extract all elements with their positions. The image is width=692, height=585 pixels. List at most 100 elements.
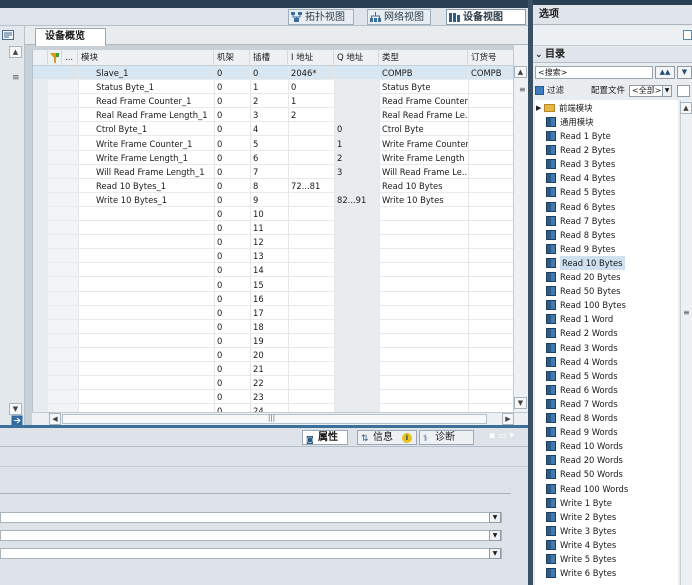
cell-i-addr[interactable] <box>288 221 334 235</box>
cell-q-addr[interactable] <box>334 66 379 80</box>
cell-i-addr[interactable] <box>288 193 334 207</box>
cell-slot[interactable]: 14 <box>250 263 288 277</box>
splitter-grip-icon[interactable]: ≡ <box>12 73 20 83</box>
cell-i-addr[interactable] <box>288 376 334 390</box>
cell-order[interactable] <box>468 108 513 122</box>
cell-module[interactable] <box>78 404 214 412</box>
filter-checkbox[interactable] <box>535 84 544 98</box>
cell-order[interactable] <box>468 362 513 376</box>
cell-q-addr[interactable] <box>334 320 379 334</box>
cell-order[interactable] <box>468 292 513 306</box>
cell-order[interactable] <box>468 122 513 136</box>
cell-rack[interactable]: 0 <box>214 320 250 334</box>
cell-slot[interactable]: 6 <box>250 151 288 165</box>
cell-i-addr[interactable]: 2 <box>288 108 334 122</box>
table-vertical-scrollbar[interactable]: ▲ ≡ ▼ <box>513 45 528 412</box>
cell-order[interactable] <box>468 165 513 179</box>
catalog-action-icon[interactable] <box>677 85 690 97</box>
cell-q-addr[interactable] <box>334 263 379 277</box>
table-row[interactable]: Read Frame Counter_1 0 2 1 Read Frame Counte… <box>33 94 513 109</box>
cell-i-addr[interactable] <box>288 165 334 179</box>
collapse-icon[interactable]: ⌄ <box>535 47 543 63</box>
cell-i-addr[interactable] <box>288 306 334 320</box>
cell-slot[interactable]: 12 <box>250 235 288 249</box>
cell-type[interactable]: Status Byte <box>379 80 468 94</box>
tab-network-view[interactable]: 网络视图 <box>367 9 431 25</box>
table-row[interactable]: 0 22 <box>33 376 513 391</box>
cell-order[interactable] <box>468 320 513 334</box>
cell-type[interactable] <box>379 207 468 221</box>
cell-slot[interactable]: 1 <box>250 80 288 94</box>
cell-rack[interactable]: 0 <box>214 404 250 412</box>
table-row[interactable]: Slave_1 0 0 2046* COMPB COMPB <box>33 66 513 81</box>
cell-rack[interactable]: 0 <box>214 122 250 136</box>
cell-q-addr[interactable] <box>334 80 379 94</box>
cell-order[interactable] <box>468 348 513 362</box>
cell-module[interactable] <box>78 278 214 292</box>
cell-module[interactable] <box>78 376 214 390</box>
cell-rack[interactable]: 0 <box>214 278 250 292</box>
cell-module[interactable]: Read 10 Bytes_1 <box>78 179 214 193</box>
cell-i-addr[interactable]: 0 <box>288 80 334 94</box>
cell-slot[interactable]: 2 <box>250 94 288 108</box>
table-row[interactable]: Read 10 Bytes_1 0 8 72...81 Read 10 Bytes <box>33 179 513 193</box>
col-header-rack[interactable]: 机架 <box>214 50 250 66</box>
cell-i-addr[interactable] <box>288 207 334 221</box>
cell-module[interactable] <box>78 362 214 376</box>
cell-i-addr[interactable] <box>288 404 334 412</box>
cell-type[interactable]: Write Frame Length <box>379 151 468 165</box>
cell-i-addr[interactable] <box>288 390 334 404</box>
tab-diagnostics[interactable]: ⚕ 诊断 <box>419 430 474 445</box>
cell-rack[interactable]: 0 <box>214 66 250 80</box>
table-row[interactable]: 0 15 <box>33 278 513 292</box>
cell-rack[interactable]: 0 <box>214 193 250 207</box>
cell-i-addr[interactable] <box>288 278 334 292</box>
tab-device-view[interactable]: 设备视图 <box>446 9 526 25</box>
cell-order[interactable] <box>468 278 513 292</box>
table-row[interactable]: 0 14 <box>33 263 513 278</box>
cell-type[interactable] <box>379 278 468 292</box>
search-up-button[interactable]: ▲▲ <box>655 66 675 79</box>
cell-module[interactable] <box>78 221 214 235</box>
cell-slot[interactable]: 19 <box>250 334 288 348</box>
cell-slot[interactable]: 3 <box>250 108 288 122</box>
scroll-up-button[interactable]: ▲ <box>9 46 22 58</box>
cell-q-addr[interactable]: 82...91 <box>334 193 379 207</box>
cell-order[interactable] <box>468 404 513 412</box>
search-down-button[interactable]: ▼ <box>677 66 692 79</box>
cell-order[interactable] <box>468 306 513 320</box>
cell-type[interactable]: COMPB <box>379 66 468 80</box>
cell-slot[interactable]: 20 <box>250 348 288 362</box>
table-row[interactable]: 0 11 <box>33 221 513 236</box>
col-header-i-address[interactable]: I 地址 <box>288 50 334 66</box>
col-header-type[interactable]: 类型 <box>379 50 468 66</box>
cell-q-addr[interactable] <box>334 390 379 404</box>
cell-i-addr[interactable]: 1 <box>288 94 334 108</box>
cell-slot[interactable]: 7 <box>250 165 288 179</box>
table-row[interactable]: 0 18 <box>33 320 513 334</box>
cell-slot[interactable]: 11 <box>250 221 288 235</box>
cell-slot[interactable]: 24 <box>250 404 288 412</box>
cell-q-addr[interactable]: 1 <box>334 137 379 151</box>
panel-menu-icon[interactable]: ▪ ▭ ▾ <box>489 431 514 441</box>
cell-q-addr[interactable] <box>334 221 379 235</box>
cell-type[interactable] <box>379 362 468 376</box>
cell-order[interactable] <box>468 263 513 277</box>
cell-q-addr[interactable] <box>334 235 379 249</box>
cell-type[interactable] <box>379 376 468 390</box>
horizontal-scroll-thumb[interactable]: ||| <box>62 414 487 424</box>
cell-rack[interactable]: 0 <box>214 151 250 165</box>
cell-rack[interactable]: 0 <box>214 221 250 235</box>
cell-module[interactable]: Slave_1 <box>78 66 214 80</box>
cell-order[interactable] <box>468 235 513 249</box>
cell-rack[interactable]: 0 <box>214 94 250 108</box>
cell-module[interactable] <box>78 292 214 306</box>
panel-icon[interactable] <box>2 30 14 40</box>
cell-slot[interactable]: 15 <box>250 278 288 292</box>
table-row[interactable]: 0 12 <box>33 235 513 250</box>
table-row[interactable]: 0 24 <box>33 404 513 412</box>
cell-rack[interactable]: 0 <box>214 80 250 94</box>
table-scroll-left-button[interactable]: ◀ <box>49 413 61 425</box>
cell-i-addr[interactable] <box>288 151 334 165</box>
cell-module[interactable] <box>78 207 214 221</box>
